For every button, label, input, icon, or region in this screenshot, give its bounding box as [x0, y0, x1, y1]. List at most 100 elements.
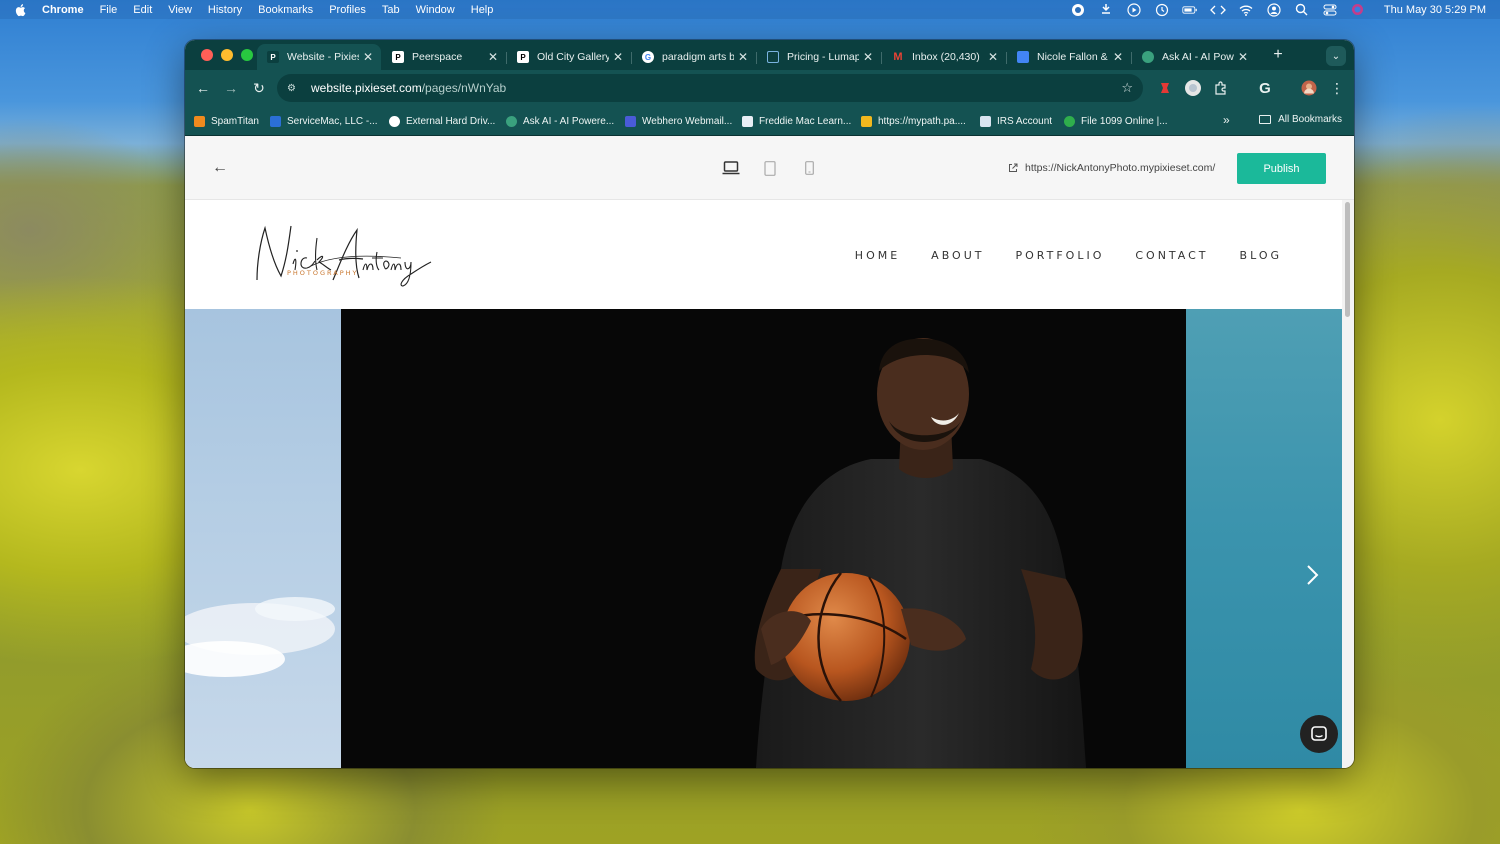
close-tab-icon[interactable]: ✕	[363, 50, 373, 64]
close-tab-icon[interactable]: ✕	[488, 50, 498, 64]
menu-bar-clock[interactable]: Thu May 30 5:29 PM	[1384, 4, 1486, 16]
desktop-preview-icon[interactable]	[721, 159, 741, 177]
preview-scrollbar[interactable]	[1342, 200, 1354, 768]
nav-blog[interactable]: BLOG	[1240, 249, 1282, 262]
address-bar[interactable]: ⚙ website.pixieset.com/pages/nWnYab ☆	[277, 74, 1143, 102]
hero-slider	[185, 309, 1342, 768]
profile-avatar[interactable]	[1299, 78, 1319, 98]
tab-title: Website - Pixieset	[287, 51, 359, 63]
bookmark-item[interactable]: ServiceMac, LLC -...	[270, 114, 378, 128]
time-machine-icon[interactable]	[1154, 3, 1170, 17]
bookmark-item[interactable]: File 1099 Online |...	[1064, 114, 1168, 128]
nav-contact[interactable]: CONTACT	[1135, 249, 1208, 262]
menu-profiles[interactable]: Profiles	[329, 4, 366, 16]
close-tab-icon[interactable]: ✕	[1113, 50, 1123, 64]
bookmark-item[interactable]: Ask AI - AI Powere...	[506, 114, 614, 128]
document-icon	[742, 115, 753, 127]
peerspace-icon: P	[517, 51, 529, 63]
menu-file[interactable]: File	[100, 4, 118, 16]
wifi-icon[interactable]	[1238, 3, 1254, 17]
reload-icon[interactable]: ↻	[249, 78, 269, 98]
nav-portfolio[interactable]: PORTFOLIO	[1015, 249, 1104, 262]
maximize-window-button[interactable]	[241, 49, 253, 61]
bookmark-star-icon[interactable]: ☆	[1121, 80, 1133, 96]
back-arrow-icon[interactable]: ←	[193, 78, 213, 98]
close-tab-icon[interactable]: ✕	[738, 50, 748, 64]
tab-old-city-gallery[interactable]: P Old City Gallery ✕	[507, 44, 632, 70]
siri-icon[interactable]	[1350, 3, 1366, 17]
next-slide-arrow-icon[interactable]	[1303, 562, 1321, 588]
menu-bookmarks[interactable]: Bookmarks	[258, 4, 313, 16]
close-tab-icon[interactable]: ✕	[988, 50, 998, 64]
nav-about[interactable]: ABOUT	[931, 249, 984, 262]
grammarly-icon[interactable]: G	[1255, 78, 1275, 98]
tab-peerspace[interactable]: P Peerspace ✕	[382, 44, 507, 70]
extension-red-icon[interactable]	[1155, 78, 1175, 98]
tab-title: Old City Gallery	[537, 51, 609, 63]
close-tab-icon[interactable]: ✕	[613, 50, 623, 64]
hero-slide-basketball-player[interactable]	[341, 309, 1186, 768]
bookmark-item[interactable]: Freddie Mac Learn...	[742, 114, 851, 128]
all-bookmarks-button[interactable]: All Bookmarks	[1259, 114, 1342, 125]
tab-paradigm-arts[interactable]: G paradigm arts b ✕	[632, 44, 757, 70]
tab-title: Pricing - Lumap	[787, 51, 859, 63]
bookmark-item[interactable]: IRS Account	[980, 114, 1052, 128]
site-url-link[interactable]: https://NickAntonyPhoto.mypixieset.com/	[1008, 162, 1215, 174]
menu-help[interactable]: Help	[471, 4, 494, 16]
battery-icon[interactable]	[1182, 3, 1198, 17]
mobile-preview-icon[interactable]	[799, 159, 819, 177]
bookmark-item[interactable]: https://mypath.pa....	[861, 114, 966, 128]
browser-chrome: P Website - Pixieset ✕ P Peerspace ✕ P O…	[185, 40, 1354, 136]
code-icon[interactable]	[1209, 3, 1226, 17]
close-window-button[interactable]	[201, 49, 213, 61]
site-header: PHOTOGRAPHY HOME ABOUT PORTFOLIO CONTACT…	[185, 200, 1342, 309]
new-tab-button[interactable]: +	[1268, 46, 1288, 64]
extensions-puzzle-icon[interactable]	[1211, 78, 1231, 98]
more-bookmarks-chevron-icon[interactable]: »	[1223, 113, 1230, 127]
tab-website-pixieset[interactable]: P Website - Pixieset ✕	[257, 44, 381, 70]
address-url[interactable]: website.pixieset.com/pages/nWnYab	[311, 81, 506, 95]
tab-google-doc[interactable]: Nicole Fallon & ✕	[1007, 44, 1132, 70]
nav-home[interactable]: HOME	[855, 249, 900, 262]
tablet-preview-icon[interactable]	[760, 159, 780, 177]
tab-title: Ask AI - AI Pow	[1162, 51, 1234, 63]
play-icon[interactable]	[1126, 2, 1142, 17]
previous-slide-image[interactable]	[185, 309, 341, 768]
close-tab-icon[interactable]: ✕	[1238, 50, 1248, 64]
bookmark-item[interactable]: External Hard Driv...	[389, 114, 495, 128]
status-bolt-icon[interactable]	[1098, 3, 1114, 17]
menu-edit[interactable]: Edit	[133, 4, 152, 16]
bookmark-item[interactable]: SpamTitan	[194, 114, 259, 128]
menu-view[interactable]: View	[168, 4, 192, 16]
bookmarks-bar: SpamTitan ServiceMac, LLC -... External …	[185, 106, 1354, 136]
tab-search-button[interactable]: ⌄	[1326, 46, 1346, 66]
forward-arrow-icon[interactable]: →	[221, 78, 241, 98]
apple-menu-icon[interactable]	[13, 3, 29, 17]
editor-back-arrow-icon[interactable]: ←	[210, 158, 230, 178]
control-center-icon[interactable]	[1322, 3, 1338, 17]
tab-title: Inbox (20,430)	[912, 51, 980, 63]
publish-button[interactable]: Publish	[1237, 153, 1326, 184]
user-account-icon[interactable]	[1266, 2, 1282, 17]
menu-window[interactable]: Window	[416, 4, 455, 16]
site-settings-icon[interactable]: ⚙	[287, 83, 301, 94]
peerspace-icon: P	[392, 51, 404, 63]
chat-support-button[interactable]	[1300, 715, 1338, 753]
menu-tab[interactable]: Tab	[382, 4, 400, 16]
tab-pricing-lumapix[interactable]: Pricing - Lumap ✕	[757, 44, 882, 70]
menu-history[interactable]: History	[208, 4, 242, 16]
tab-ask-ai[interactable]: Ask AI - AI Pow ✕	[1132, 44, 1256, 70]
menu-app-name[interactable]: Chrome	[42, 4, 84, 16]
extension-profile-icon[interactable]	[1183, 78, 1203, 98]
spotlight-search-icon[interactable]	[1294, 3, 1310, 17]
close-tab-icon[interactable]: ✕	[863, 50, 873, 64]
status-app-icon[interactable]	[1070, 3, 1086, 17]
browser-menu-icon[interactable]: ⋮	[1327, 78, 1347, 98]
tab-gmail-inbox[interactable]: M Inbox (20,430) ✕	[882, 44, 1007, 70]
google-icon: G	[642, 51, 654, 63]
minimize-window-button[interactable]	[221, 49, 233, 61]
site-logo[interactable]: PHOTOGRAPHY	[251, 218, 437, 290]
next-slide-image[interactable]	[1186, 309, 1342, 768]
bookmark-item[interactable]: Webhero Webmail...	[625, 114, 732, 128]
scrollbar-thumb[interactable]	[1345, 202, 1350, 317]
